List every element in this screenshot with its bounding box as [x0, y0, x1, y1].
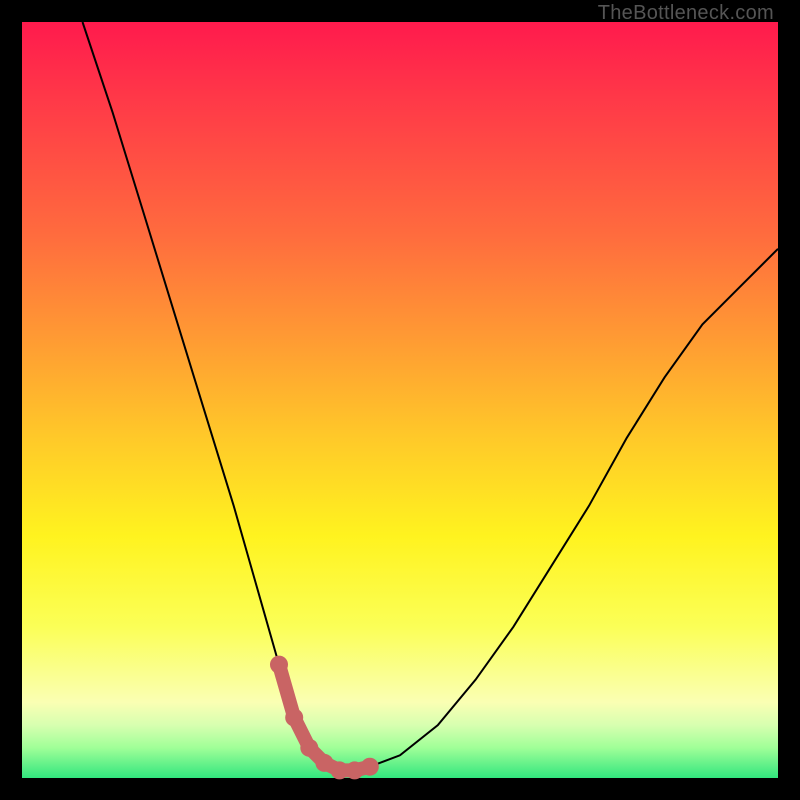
attribution-text: TheBottleneck.com [598, 2, 774, 25]
trough-marker-dot [300, 739, 318, 757]
trough-marker-dot [285, 709, 303, 727]
trough-marker-dot [270, 656, 288, 674]
chart-frame: TheBottleneck.com [0, 0, 800, 800]
trough-marker-dot [346, 761, 364, 779]
trough-marker-dot [361, 758, 379, 776]
bottleneck-curve [83, 22, 779, 770]
chart-svg [22, 22, 778, 778]
chart-plot-area [22, 22, 778, 778]
